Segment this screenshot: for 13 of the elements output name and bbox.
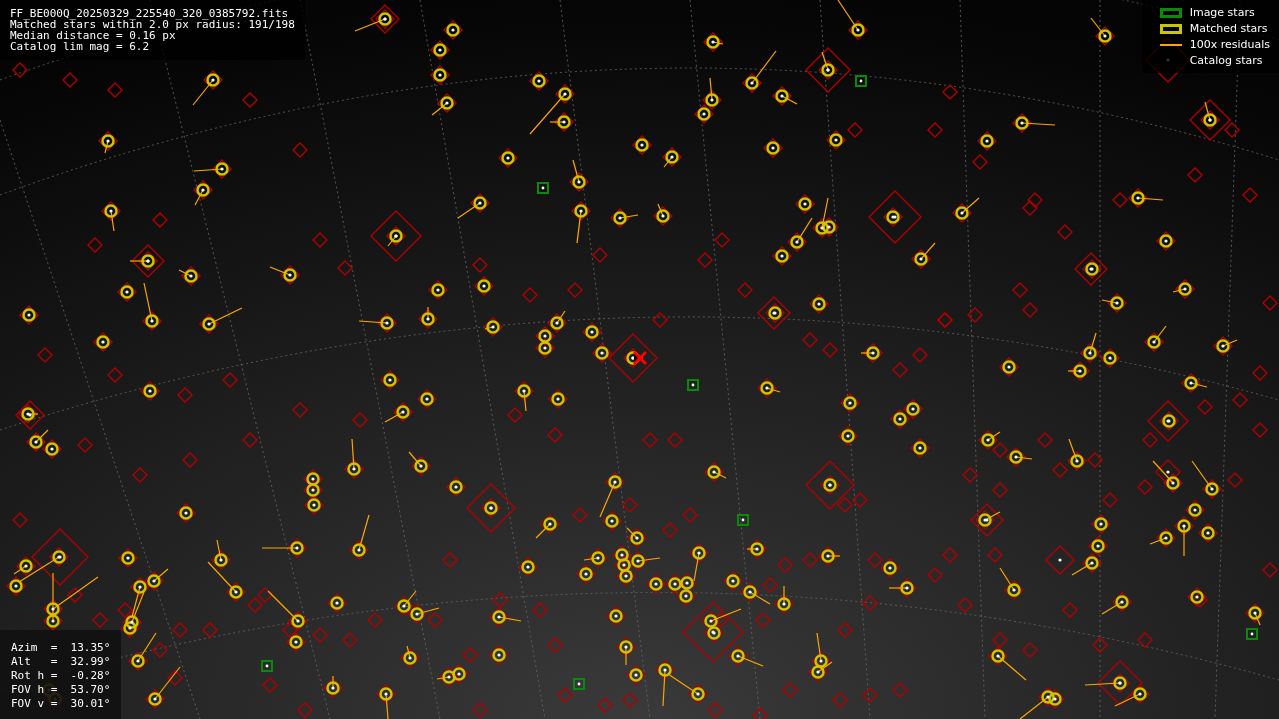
pointing-text: Rot h = -0.28° — [11, 670, 111, 682]
legend-label: Matched stars — [1189, 22, 1268, 35]
pointing-text: Alt = 32.99° — [11, 656, 111, 668]
info-text: Matched stars within 2.0 px radius: 191/198 — [10, 19, 295, 30]
pointing-text: Azim = 13.35° — [11, 642, 111, 654]
legend-label: Image stars — [1189, 6, 1255, 19]
pointing-text: FOV v = 30.01° — [11, 698, 111, 710]
info-text: FF_BE000Q_20250329_225540_320_0385792.fits — [10, 8, 290, 19]
pointing-text: FOV h = 53.70° — [11, 684, 111, 696]
legend-label: 100x residuals — [1189, 38, 1270, 51]
legend-label: Catalog stars — [1189, 54, 1263, 67]
info-text: Median distance = 0.16 px — [10, 30, 176, 41]
info-text: Catalog lim mag = 6.2 — [10, 41, 151, 52]
